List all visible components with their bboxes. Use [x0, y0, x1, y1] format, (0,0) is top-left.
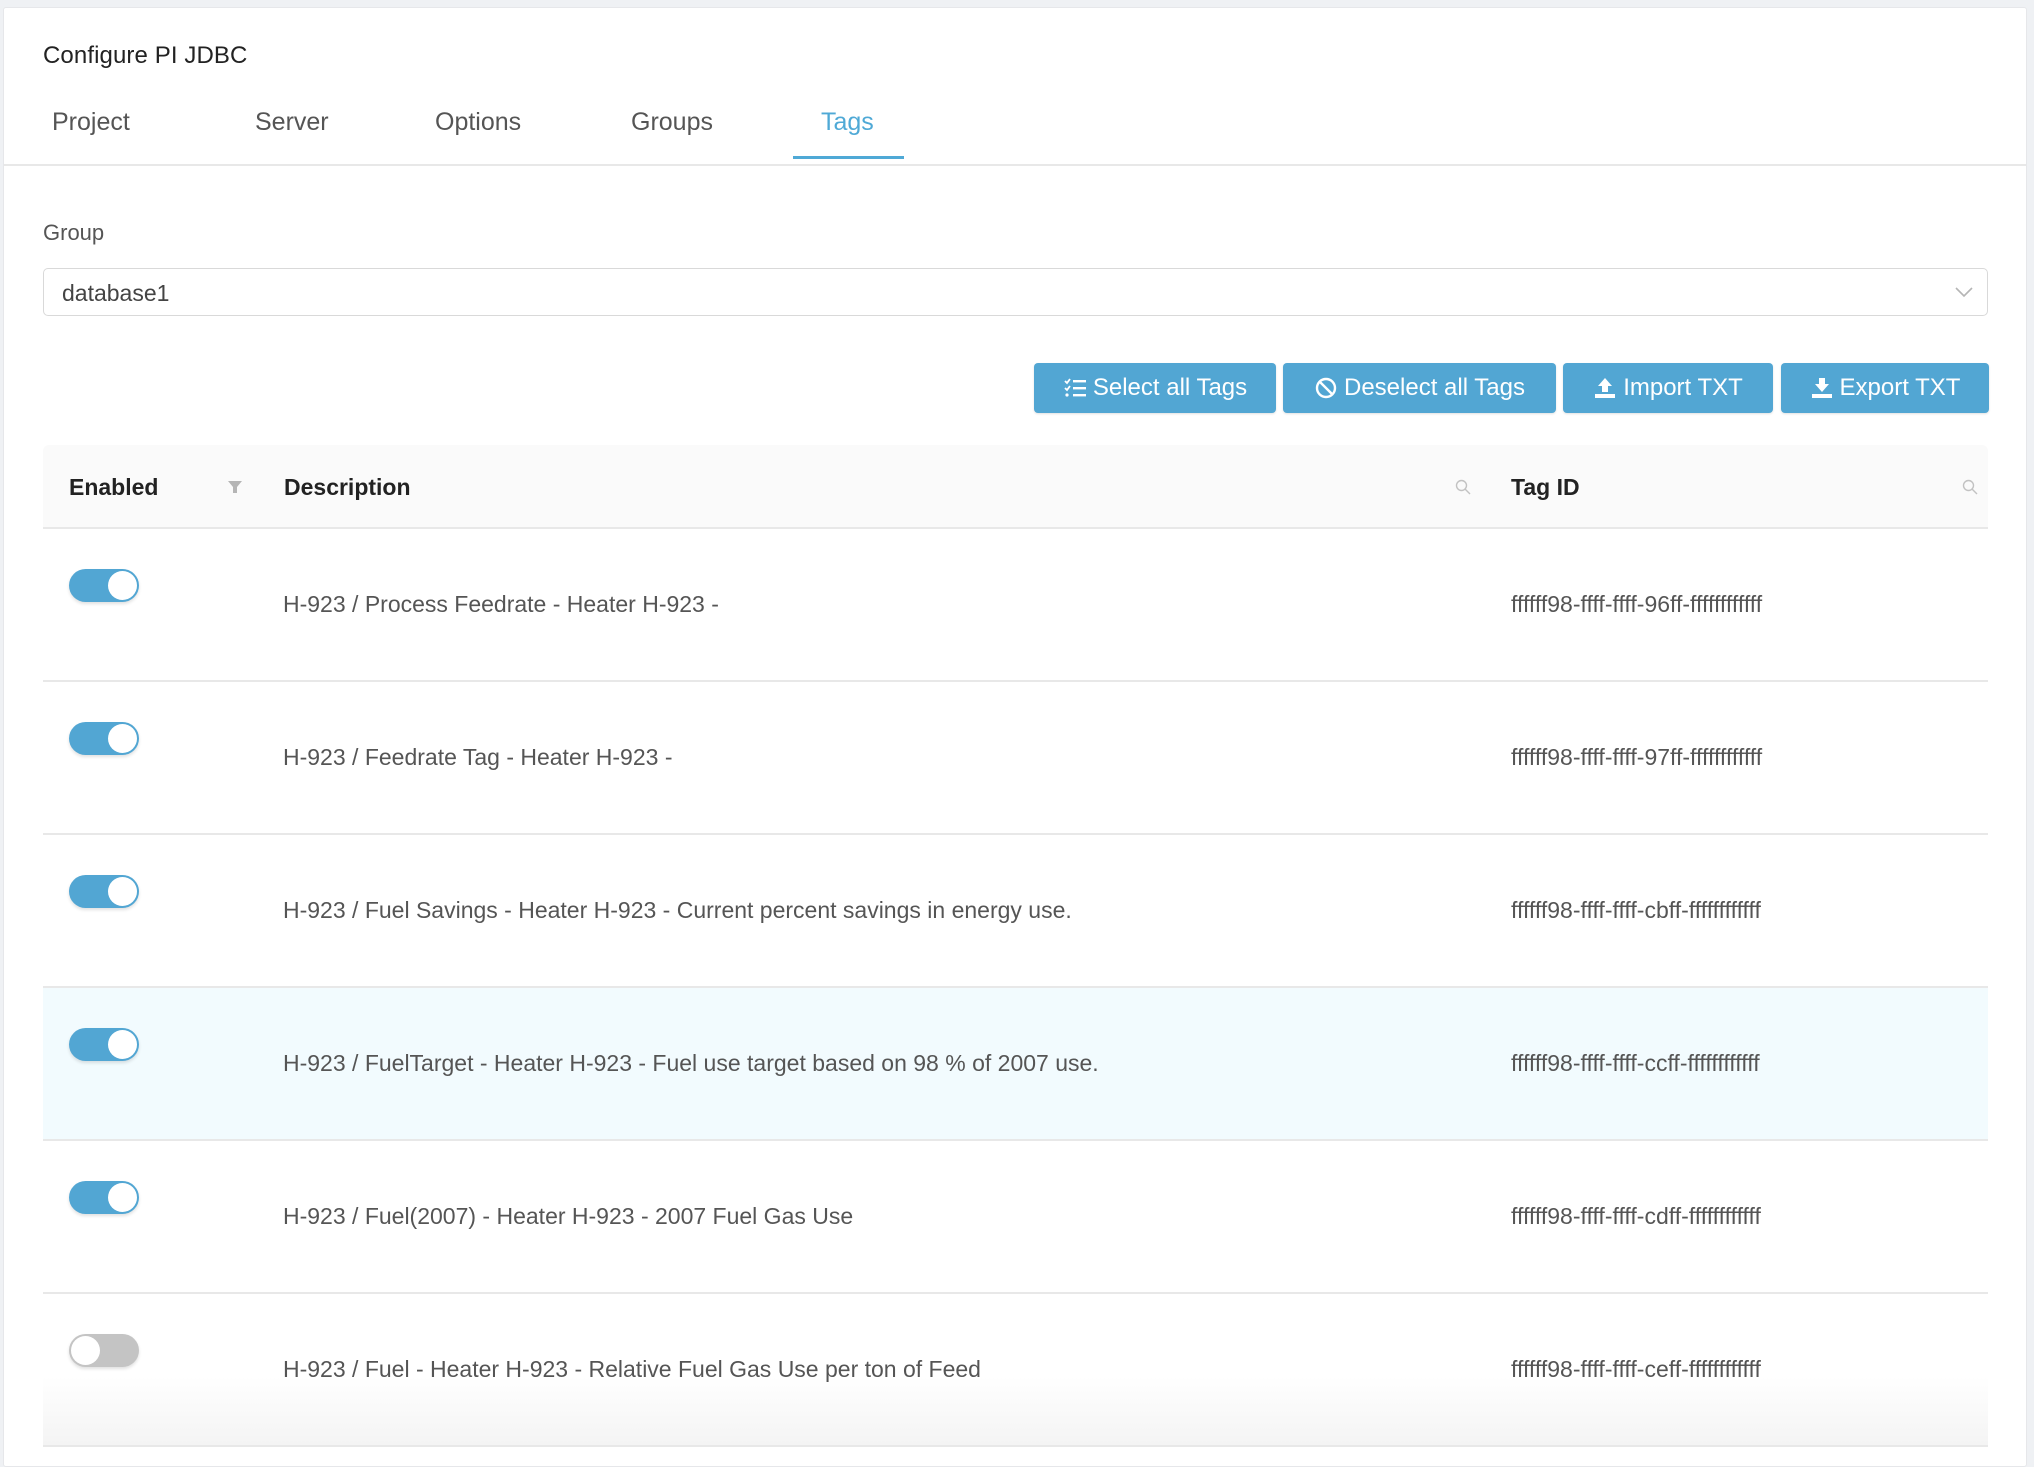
row-tag-id: ffffff98-ffff-ffff-cdff-ffffffffffff: [1511, 1203, 1761, 1229]
toggle-knob: [108, 877, 137, 906]
enabled-toggle[interactable]: [69, 1334, 139, 1367]
row-description: H-923 / Fuel Savings - Heater H-923 - Cu…: [283, 897, 1072, 923]
upload-icon: [1595, 378, 1616, 398]
import-txt-label: Import TXT: [1623, 374, 1743, 401]
tab-server[interactable]: Server: [255, 108, 329, 164]
search-icon[interactable]: [1961, 478, 1979, 496]
row-description: H-923 / Fuel - Heater H-923 - Relative F…: [283, 1356, 981, 1382]
row-tag-id: ffffff98-ffff-ffff-cbff-ffffffffffff: [1511, 897, 1761, 923]
configure-panel: Configure PI JDBC Project Server Options…: [3, 7, 2027, 1467]
toggle-knob: [108, 571, 137, 600]
page-title: Configure PI JDBC: [43, 42, 248, 69]
column-header-description[interactable]: Description: [284, 474, 411, 501]
export-txt-button[interactable]: Export TXT: [1781, 363, 1989, 413]
tab-bar: Project Server Options Groups Tags: [4, 94, 2026, 166]
row-description: H-923 / FuelTarget - Heater H-923 - Fuel…: [283, 1050, 1099, 1076]
table-row[interactable]: H-923 / Fuel(2007) - Heater H-923 - 2007…: [43, 1141, 1988, 1294]
table-row[interactable]: H-923 / Fuel - Heater H-923 - Relative F…: [43, 1294, 1988, 1447]
group-label: Group: [43, 220, 105, 245]
tab-groups[interactable]: Groups: [631, 108, 713, 164]
tags-table: Enabled Description Tag ID H-923 / Proce…: [43, 445, 1988, 1447]
search-icon[interactable]: [1454, 478, 1472, 496]
row-tag-id: ffffff98-ffff-ffff-ceff-ffffffffffff: [1511, 1356, 1761, 1382]
toggle-knob: [108, 1030, 137, 1059]
group-select[interactable]: database1: [43, 268, 1988, 316]
table-row[interactable]: H-923 / Fuel Savings - Heater H-923 - Cu…: [43, 835, 1988, 988]
active-tab-indicator: [793, 156, 904, 159]
table-row[interactable]: H-923 / Feedrate Tag - Heater H-923 - ff…: [43, 682, 1988, 835]
deselect-all-tags-button[interactable]: Deselect all Tags: [1283, 363, 1556, 413]
row-description: H-923 / Process Feedrate - Heater H-923 …: [283, 591, 719, 617]
ban-icon: [1315, 377, 1337, 399]
select-all-tags-button[interactable]: Select all Tags: [1034, 363, 1276, 413]
enabled-toggle[interactable]: [69, 569, 139, 602]
select-all-tags-label: Select all Tags: [1092, 374, 1248, 401]
toggle-knob: [108, 724, 137, 753]
table-row[interactable]: H-923 / Process Feedrate - Heater H-923 …: [43, 529, 1988, 682]
group-select-value: database1: [62, 280, 170, 306]
table-row[interactable]: H-923 / FuelTarget - Heater H-923 - Fuel…: [43, 988, 1988, 1141]
download-icon: [1811, 378, 1832, 398]
row-description: H-923 / Fuel(2007) - Heater H-923 - 2007…: [283, 1203, 854, 1229]
row-tag-id: ffffff98-ffff-ffff-96ff-ffffffffffff: [1511, 591, 1763, 617]
export-txt-label: Export TXT: [1839, 374, 1961, 401]
column-header-enabled[interactable]: Enabled: [69, 474, 158, 501]
enabled-toggle[interactable]: [69, 722, 139, 755]
tab-options[interactable]: Options: [435, 108, 521, 164]
enabled-toggle[interactable]: [69, 1181, 139, 1214]
toggle-knob: [108, 1183, 137, 1212]
table-header: Enabled Description Tag ID: [43, 445, 1988, 529]
enabled-toggle[interactable]: [69, 1028, 139, 1061]
filter-icon[interactable]: [226, 478, 244, 496]
chevron-down-icon: [1955, 287, 1973, 298]
deselect-all-tags-label: Deselect all Tags: [1344, 374, 1525, 401]
toggle-knob: [71, 1336, 100, 1365]
import-txt-button[interactable]: Import TXT: [1563, 363, 1773, 413]
tab-project[interactable]: Project: [52, 108, 130, 164]
column-header-tag-id[interactable]: Tag ID: [1511, 474, 1580, 501]
row-tag-id: ffffff98-ffff-ffff-ccff-ffffffffffff: [1511, 1050, 1760, 1076]
row-description: H-923 / Feedrate Tag - Heater H-923 -: [283, 744, 673, 770]
enabled-toggle[interactable]: [69, 875, 139, 908]
checklist-icon: [1064, 378, 1086, 397]
row-tag-id: ffffff98-ffff-ffff-97ff-ffffffffffff: [1511, 744, 1763, 770]
